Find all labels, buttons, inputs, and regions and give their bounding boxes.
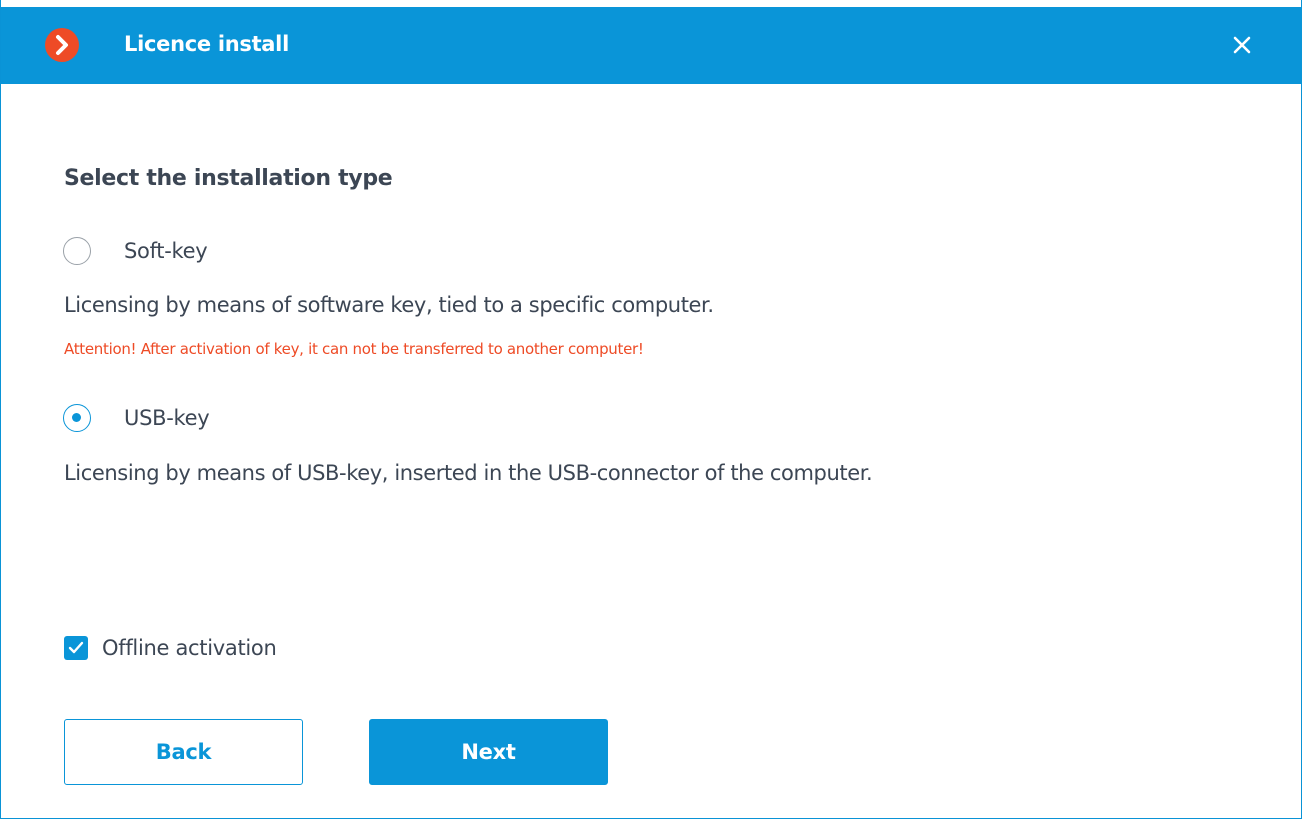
usb-key-description: Licensing by means of USB-key, inserted …: [64, 461, 873, 485]
usb-key-radio-option[interactable]: USB-key: [63, 401, 210, 435]
soft-key-radio[interactable]: [63, 237, 91, 265]
soft-key-description: Licensing by means of software key, tied…: [64, 293, 714, 317]
soft-key-label: Soft-key: [124, 239, 208, 263]
soft-key-radio-option[interactable]: Soft-key: [63, 234, 208, 268]
radio-selected-dot: [72, 413, 81, 422]
section-title: Select the installation type: [64, 166, 393, 191]
offline-activation-label: Offline activation: [102, 636, 277, 660]
usb-key-label: USB-key: [124, 406, 210, 430]
title-bar: Licence install: [1, 7, 1302, 84]
back-button[interactable]: Back: [64, 719, 303, 785]
offline-activation-option[interactable]: Offline activation: [64, 633, 277, 663]
offline-activation-checkbox[interactable]: [64, 636, 88, 660]
window-title: Licence install: [124, 32, 289, 56]
licence-install-dialog: Licence install Select the installation …: [0, 0, 1302, 819]
usb-key-radio[interactable]: [63, 404, 91, 432]
checkmark-icon: [68, 641, 84, 654]
soft-key-warning: Attention! After activation of key, it c…: [64, 340, 644, 358]
close-button[interactable]: [1227, 30, 1257, 60]
close-icon: [1233, 36, 1251, 54]
chevron-right-icon: [45, 28, 79, 62]
next-button[interactable]: Next: [369, 719, 608, 785]
